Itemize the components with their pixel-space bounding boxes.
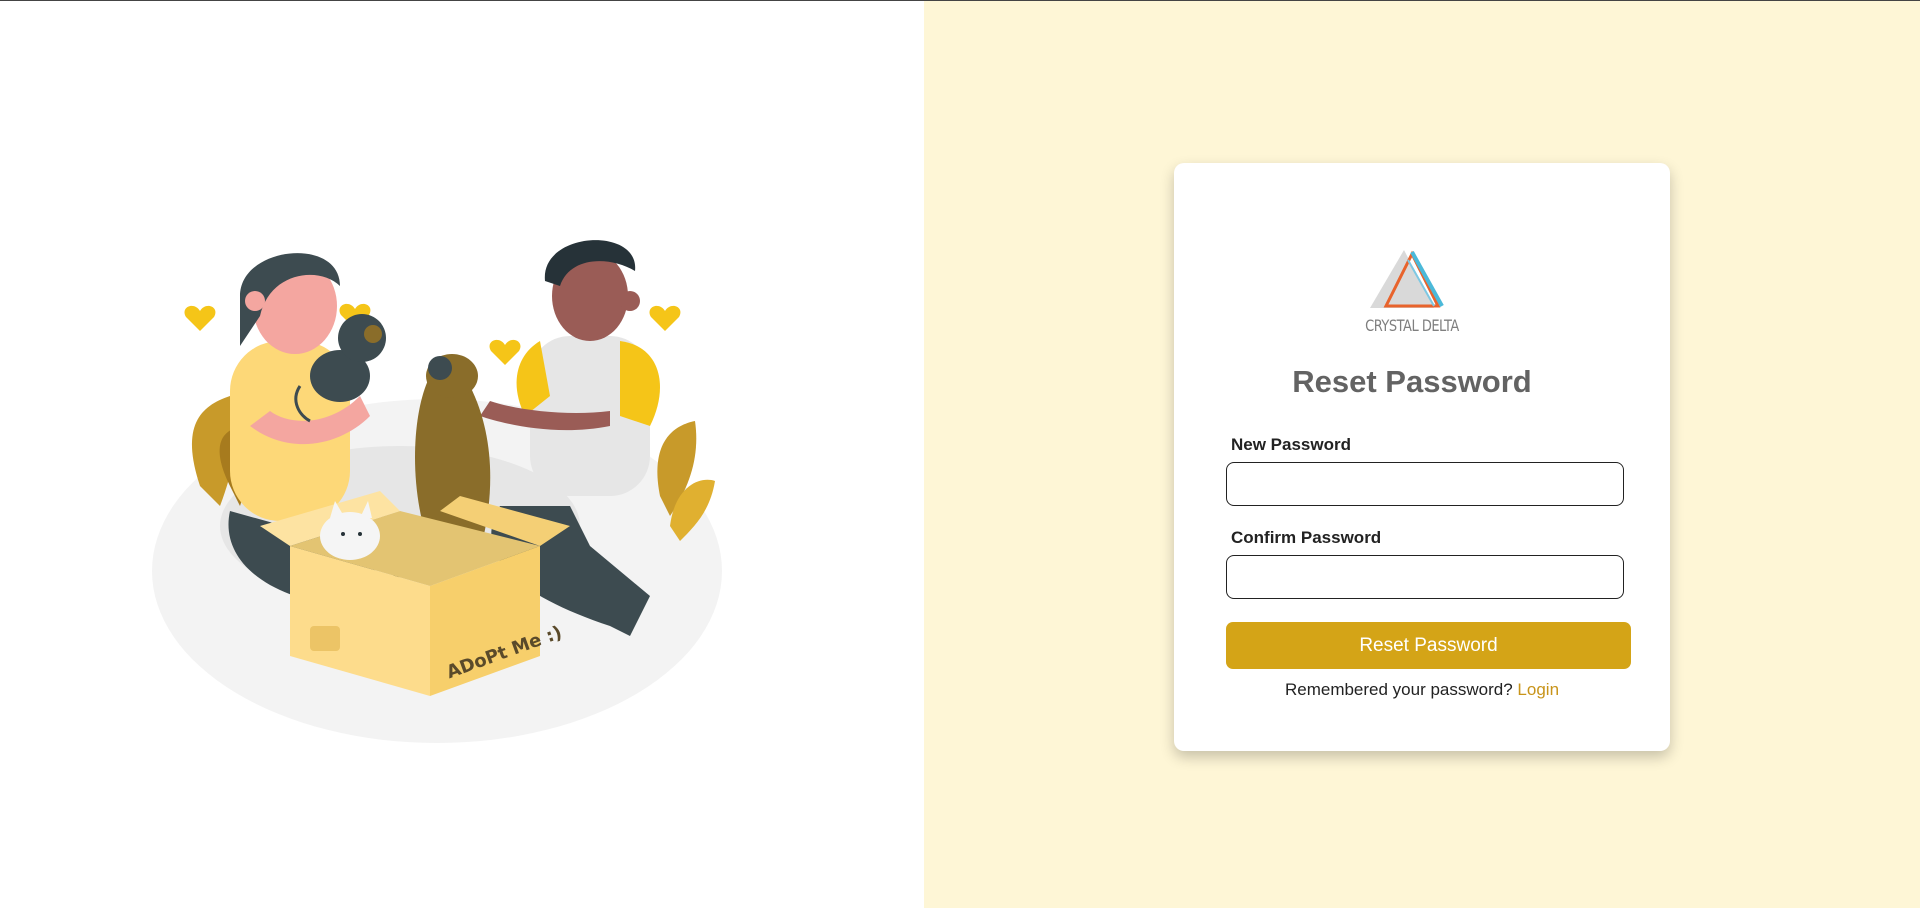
reset-password-button[interactable]: Reset Password (1226, 622, 1631, 669)
brand-name: CRYSTAL DELTA (1365, 317, 1459, 336)
adoption-illustration: ADoPt Me :) (152, 240, 722, 743)
login-prompt-text: Remembered your password? (1284, 680, 1513, 699)
confirm-password-label: Confirm Password (1231, 528, 1382, 547)
login-prompt: Remembered your password? Login (1174, 680, 1670, 700)
new-password-label: New Password (1231, 435, 1351, 454)
new-password-input[interactable] (1226, 462, 1624, 506)
login-link[interactable]: Login (1517, 680, 1559, 699)
page-title: Reset Password (1292, 364, 1532, 399)
confirm-password-input[interactable] (1226, 555, 1624, 599)
illustration-panel: ADoPt Me :) (0, 1, 924, 908)
